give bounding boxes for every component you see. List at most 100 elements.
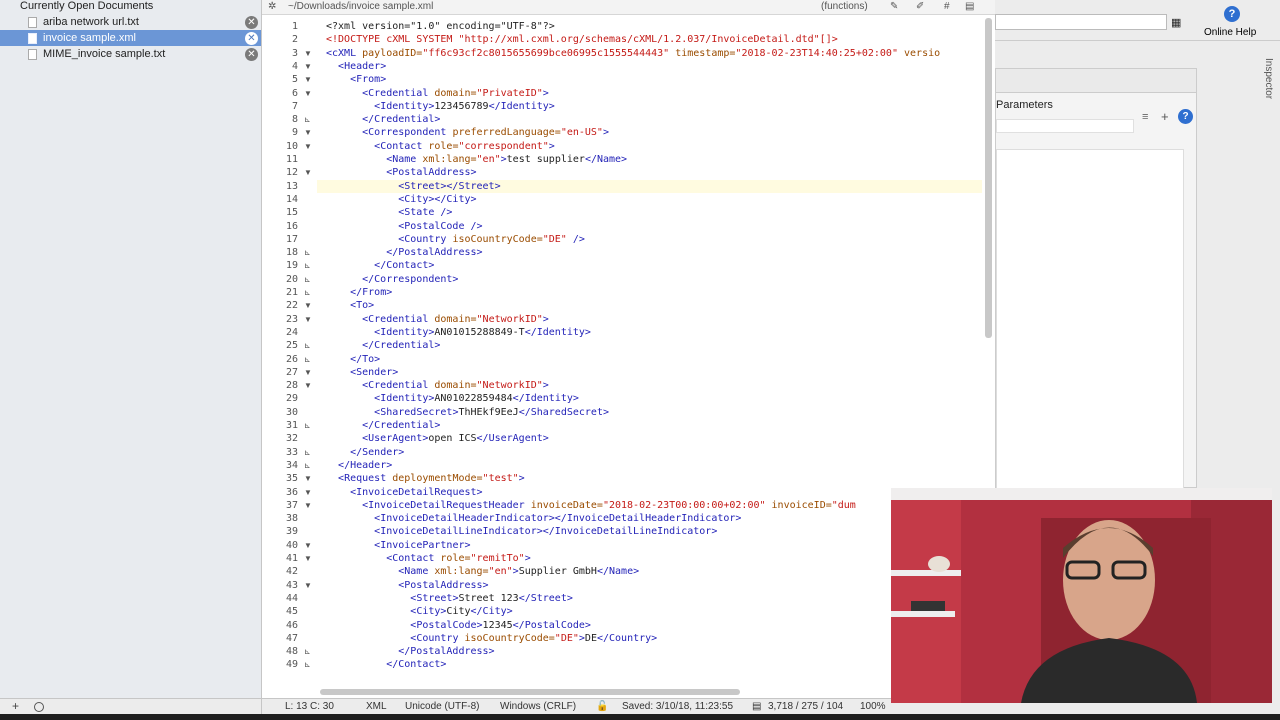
fold-open-icon[interactable]: ▼	[304, 87, 312, 100]
code-line[interactable]: </Credential>	[326, 419, 440, 432]
parameters-filter-field[interactable]	[996, 119, 1134, 133]
online-help-label[interactable]: Online Help	[1204, 27, 1256, 38]
code-line[interactable]: <!DOCTYPE cXML SYSTEM "http://xml.cxml.o…	[326, 33, 838, 46]
code-line[interactable]: <Sender>	[326, 366, 398, 379]
fold-end-icon[interactable]: ⊾	[304, 273, 311, 286]
marker-icon[interactable]: ✎	[890, 0, 898, 14]
code-line[interactable]: <Credential domain="PrivateID">	[326, 87, 549, 100]
fold-end-icon[interactable]: ⊾	[304, 113, 311, 126]
code-line[interactable]: <From>	[326, 73, 386, 86]
parameters-list[interactable]	[996, 149, 1184, 489]
code-line[interactable]: </Header>	[326, 459, 392, 472]
lock-icon[interactable]: 🔓	[596, 699, 608, 714]
code-line[interactable]: </Sender>	[326, 446, 404, 459]
code-line[interactable]: <To>	[326, 299, 374, 312]
fold-open-icon[interactable]: ▼	[304, 379, 312, 392]
fold-end-icon[interactable]: ⊾	[304, 658, 311, 671]
action-menu-icon[interactable]	[34, 702, 44, 712]
pencil-menu-icon[interactable]: ✐	[916, 0, 924, 14]
document-icon[interactable]: ▤	[965, 0, 974, 14]
code-line[interactable]: <Contact role="remitTo">	[326, 552, 531, 565]
fold-open-icon[interactable]: ▼	[304, 60, 312, 73]
code-line[interactable]: <SharedSecret>ThHEkf9EeJ</SharedSecret>	[326, 406, 609, 419]
code-line[interactable]: <PostalCode>12345</PostalCode>	[326, 619, 591, 632]
code-line[interactable]: </To>	[326, 353, 380, 366]
code-line[interactable]: <Country isoCountryCode="DE" />	[326, 233, 585, 246]
parameters-help-icon[interactable]: ?	[1178, 109, 1193, 124]
code-line[interactable]: <Request deploymentMode="test">	[326, 472, 525, 485]
fold-open-icon[interactable]: ▼	[304, 486, 312, 499]
fold-open-icon[interactable]: ▼	[304, 166, 312, 179]
code-line[interactable]: <PostalCode />	[326, 220, 482, 233]
zoom-menu[interactable]: 100%	[860, 699, 886, 714]
file-path[interactable]: ~/Downloads/invoice sample.xml	[288, 0, 433, 14]
functions-menu[interactable]: (functions)	[821, 0, 868, 14]
fold-open-icon[interactable]: ▼	[304, 579, 312, 592]
code-line[interactable]: <Identity>AN01022859484</Identity>	[326, 392, 579, 405]
code-line[interactable]: <InvoiceDetailRequestHeader invoiceDate=…	[326, 499, 856, 512]
code-line[interactable]: <Correspondent preferredLanguage="en-US"…	[326, 126, 609, 139]
fold-open-icon[interactable]: ▼	[304, 499, 312, 512]
fold-open-icon[interactable]: ▼	[304, 299, 312, 312]
code-line[interactable]: <Street>Street 123</Street>	[326, 592, 573, 605]
list-icon[interactable]: ≡	[1142, 111, 1148, 123]
code-line[interactable]: </Credential>	[326, 339, 440, 352]
code-line[interactable]: <Contact role="correspondent">	[326, 140, 555, 153]
fold-open-icon[interactable]: ▼	[304, 472, 312, 485]
fold-end-icon[interactable]: ⊾	[304, 419, 311, 432]
code-line[interactable]: <InvoiceDetailHeaderIndicator></InvoiceD…	[326, 512, 741, 525]
fold-open-icon[interactable]: ▼	[304, 140, 312, 153]
fold-open-icon[interactable]: ▼	[304, 313, 312, 326]
code-line[interactable]: </Credential>	[326, 113, 440, 126]
code-line[interactable]: <UserAgent>open ICS</UserAgent>	[326, 432, 549, 445]
fold-open-icon[interactable]: ▼	[304, 366, 312, 379]
current-code-line[interactable]: <Street></Street>	[317, 179, 982, 193]
vertical-scrollbar[interactable]	[985, 18, 992, 338]
inspector-label[interactable]: Inspector	[1263, 58, 1274, 99]
code-line[interactable]: <InvoiceDetailRequest>	[326, 486, 482, 499]
code-line[interactable]: </PostalAddress>	[326, 246, 482, 259]
document-item[interactable]: MIME_invoice sample.txt ✕	[0, 46, 261, 62]
document-item-active[interactable]: invoice sample.xml ✕	[0, 30, 261, 46]
code-line[interactable]: </PostalAddress>	[326, 645, 494, 658]
gear-icon[interactable]: ✲	[268, 0, 276, 14]
fold-open-icon[interactable]: ▼	[304, 539, 312, 552]
code-line[interactable]: <?xml version="1.0" encoding="UTF-8"?>	[326, 20, 555, 33]
code-line[interactable]: </Contact>	[326, 658, 446, 671]
code-line[interactable]: <PostalAddress>	[326, 166, 476, 179]
code-line[interactable]: </Contact>	[326, 259, 434, 272]
code-line[interactable]: <State />	[326, 206, 452, 219]
code-line[interactable]: <Identity>123456789</Identity>	[326, 100, 555, 113]
code-line[interactable]: <InvoicePartner>	[326, 539, 470, 552]
code-line[interactable]: <Name xml:lang="en">test supplier</Name>	[326, 153, 627, 166]
help-icon[interactable]: ?	[1224, 6, 1240, 22]
close-icon[interactable]: ✕	[245, 32, 258, 45]
add-icon[interactable]: +	[12, 699, 19, 714]
code-line[interactable]: <PostalAddress>	[326, 579, 488, 592]
fold-end-icon[interactable]: ⊾	[304, 339, 311, 352]
fold-open-icon[interactable]: ▼	[304, 126, 312, 139]
add-parameter-icon[interactable]: +	[1161, 109, 1169, 124]
fold-open-icon[interactable]: ▼	[304, 47, 312, 60]
code-line[interactable]: <City></City>	[326, 193, 476, 206]
fold-end-icon[interactable]: ⊾	[304, 645, 311, 658]
close-icon[interactable]: ✕	[245, 16, 258, 29]
calendar-icon[interactable]: ▦	[1171, 16, 1181, 29]
code-area[interactable]: <?xml version="1.0" encoding="UTF-8"?> <!…	[317, 18, 982, 674]
code-line[interactable]: <Identity>AN01015288849-T</Identity>	[326, 326, 591, 339]
code-line[interactable]: <City>City</City>	[326, 605, 512, 618]
code-line[interactable]: <Country isoCountryCode="DE">DE</Country…	[326, 632, 657, 645]
horizontal-scrollbar[interactable]	[320, 689, 740, 695]
code-line[interactable]: <Credential domain="NetworkID">	[326, 379, 549, 392]
line-endings-menu[interactable]: Windows (CRLF)	[500, 699, 576, 714]
code-line[interactable]: </Correspondent>	[326, 273, 458, 286]
encoding-menu[interactable]: Unicode (UTF-8)	[405, 699, 479, 714]
top-search-field[interactable]	[995, 14, 1167, 30]
fold-end-icon[interactable]: ⊾	[304, 446, 311, 459]
fold-end-icon[interactable]: ⊾	[304, 246, 311, 259]
language-menu[interactable]: XML	[366, 699, 387, 714]
code-line[interactable]: <Header>	[326, 60, 386, 73]
code-line[interactable]: <Name xml:lang="en">Supplier GmbH</Name>	[326, 565, 639, 578]
document-item[interactable]: ariba network url.txt ✕	[0, 14, 261, 30]
fold-end-icon[interactable]: ⊾	[304, 286, 311, 299]
